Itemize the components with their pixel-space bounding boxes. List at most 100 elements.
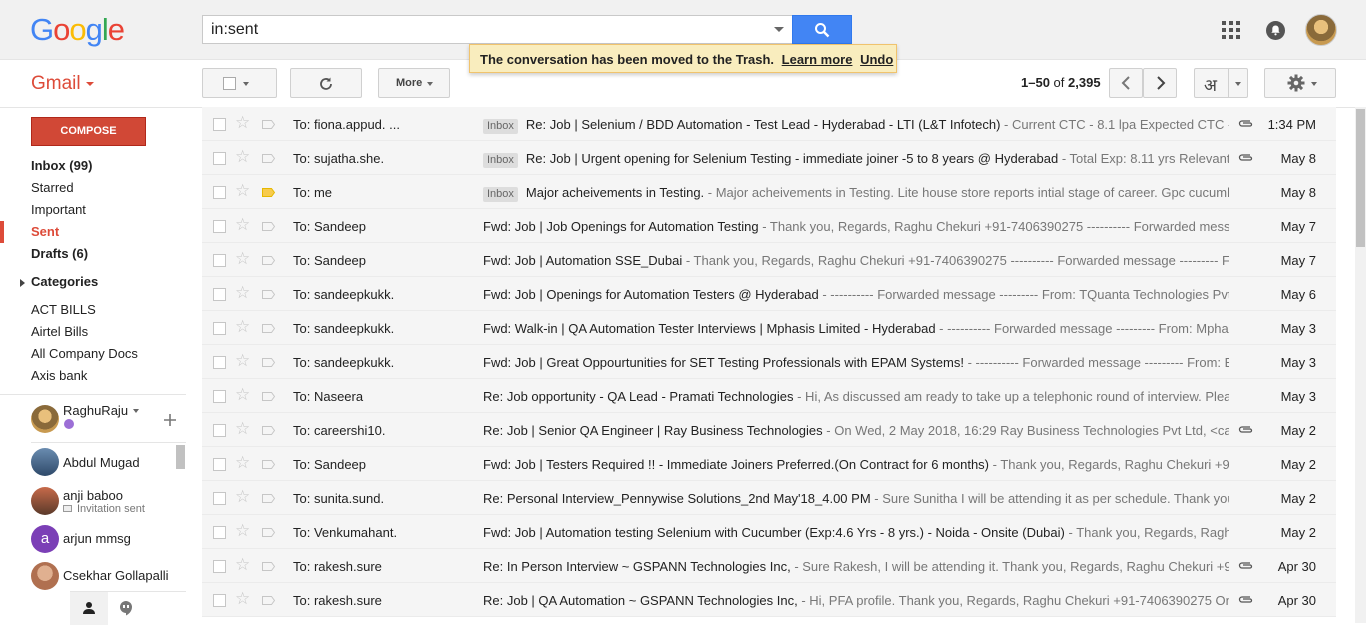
more-button[interactable]: More — [378, 68, 450, 98]
table-row[interactable]: ☆ To: Sandeep Fwd: Job | Testers Required … — [202, 447, 1336, 481]
row-checkbox[interactable] — [213, 356, 226, 369]
input-tools-button[interactable]: अ — [1194, 68, 1248, 98]
table-row[interactable]: ☆ To: Venkumahant. Fwd: Job | Automation t… — [202, 515, 1336, 549]
compose-button[interactable]: COMPOSE — [31, 117, 146, 146]
sidebar-item-drafts[interactable]: Drafts (6) — [0, 243, 186, 265]
avatar[interactable] — [31, 405, 59, 433]
row-checkbox[interactable] — [213, 458, 226, 471]
inbox-label-badge[interactable]: Inbox — [483, 187, 518, 202]
sidebar-item-inbox[interactable]: Inbox (99) — [0, 155, 186, 177]
sidebar-label-act-bills[interactable]: ACT BILLS — [0, 299, 186, 321]
important-marker-icon[interactable] — [262, 324, 275, 333]
contacts-tab[interactable] — [70, 592, 108, 625]
row-checkbox[interactable] — [213, 118, 226, 131]
row-checkbox[interactable] — [213, 526, 226, 539]
star-icon[interactable]: ☆ — [235, 318, 250, 335]
important-marker-icon[interactable] — [262, 154, 275, 163]
row-checkbox[interactable] — [213, 186, 226, 199]
table-row[interactable]: ☆ To: sujatha.she. Inbox Re: Job | Urgent o… — [202, 141, 1336, 175]
older-button[interactable] — [1143, 68, 1177, 98]
bell-icon[interactable] — [1266, 21, 1285, 40]
row-checkbox[interactable] — [213, 220, 226, 233]
row-checkbox[interactable] — [213, 424, 226, 437]
row-checkbox[interactable] — [213, 560, 226, 573]
important-marker-icon[interactable] — [262, 392, 275, 401]
sidebar-item-sent[interactable]: Sent — [0, 221, 186, 243]
hangouts-scrollbar[interactable] — [176, 445, 185, 469]
select-all-button[interactable] — [202, 68, 277, 98]
sidebar-item-categories[interactable]: Categories — [0, 271, 186, 293]
table-row[interactable]: ☆ To: sandeepkukk. Fwd: Walk-in | QA Autom… — [202, 311, 1336, 345]
google-logo[interactable]: Google — [30, 12, 125, 48]
contact-name[interactable]: arjun mmsg — [63, 531, 131, 546]
inbox-label-badge[interactable]: Inbox — [483, 153, 518, 168]
contact-name[interactable]: anji baboo — [63, 488, 123, 503]
star-icon[interactable]: ☆ — [235, 556, 250, 573]
learn-more-link[interactable]: Learn more — [782, 52, 853, 67]
important-marker-icon[interactable] — [262, 222, 275, 231]
table-row[interactable]: ☆ To: sandeepkukk. Fwd: Job | Openings for… — [202, 277, 1336, 311]
table-row[interactable]: ☆ To: fiona.appud. ... Inbox Re: Job | Sele… — [202, 107, 1336, 141]
important-marker-icon[interactable] — [262, 358, 275, 367]
avatar[interactable]: a — [31, 525, 59, 553]
search-button[interactable] — [792, 15, 852, 44]
star-icon[interactable]: ☆ — [235, 522, 250, 539]
account-avatar[interactable] — [1305, 14, 1337, 46]
row-checkbox[interactable] — [213, 254, 226, 267]
main-scrollbar[interactable] — [1355, 107, 1366, 623]
sidebar-label-airtel-bills[interactable]: Airtel Bills — [0, 321, 186, 343]
important-marker-icon[interactable] — [262, 188, 275, 197]
star-icon[interactable]: ☆ — [235, 352, 250, 369]
star-icon[interactable]: ☆ — [235, 386, 250, 403]
chevron-right-icon[interactable] — [20, 279, 25, 287]
star-icon[interactable]: ☆ — [235, 590, 250, 607]
scrollbar-thumb[interactable] — [1356, 109, 1365, 247]
table-row[interactable]: ☆ To: me Inbox Major acheivements in Testin… — [202, 175, 1336, 209]
chevron-down-icon[interactable] — [86, 82, 94, 86]
sidebar-item-starred[interactable]: Starred — [0, 177, 186, 199]
settings-button[interactable] — [1264, 68, 1336, 98]
row-checkbox[interactable] — [213, 152, 226, 165]
refresh-button[interactable] — [290, 68, 362, 98]
row-checkbox[interactable] — [213, 322, 226, 335]
table-row[interactable]: ☆ To: rakesh.sure Re: In Person Interview … — [202, 549, 1336, 583]
table-row[interactable]: ☆ To: Sandeep Fwd: Job | Automation SSE_Du… — [202, 243, 1336, 277]
avatar[interactable] — [31, 448, 59, 476]
chevron-down-icon[interactable] — [133, 409, 139, 413]
table-row[interactable]: ☆ To: rakesh.sure Re: Job | QA Automation … — [202, 583, 1336, 617]
gmail-app-switcher[interactable]: Gmail — [31, 73, 81, 95]
table-row[interactable]: ☆ To: Sandeep Fwd: Job | Job Openings for … — [202, 209, 1336, 243]
important-marker-icon[interactable] — [262, 426, 275, 435]
contact-name[interactable]: Abdul Mugad — [63, 455, 140, 470]
important-marker-icon[interactable] — [262, 562, 275, 571]
important-marker-icon[interactable] — [262, 460, 275, 469]
table-row[interactable]: ☆ To: sandeepkukk. Fwd: Job | Great Oppour… — [202, 345, 1336, 379]
important-marker-icon[interactable] — [262, 494, 275, 503]
apps-grid-icon[interactable] — [1222, 21, 1240, 39]
important-marker-icon[interactable] — [262, 596, 275, 605]
sidebar-item-important[interactable]: Important — [0, 199, 186, 221]
star-icon[interactable]: ☆ — [235, 182, 250, 199]
row-checkbox[interactable] — [213, 594, 226, 607]
star-icon[interactable]: ☆ — [235, 216, 250, 233]
search-input[interactable] — [203, 16, 763, 43]
search-box[interactable] — [202, 15, 792, 44]
table-row[interactable]: ☆ To: careershi10. Re: Job | Senior QA Eng… — [202, 413, 1336, 447]
important-marker-icon[interactable] — [262, 120, 275, 129]
important-marker-icon[interactable] — [262, 528, 275, 537]
star-icon[interactable]: ☆ — [235, 454, 250, 471]
hangouts-chat-icon[interactable] — [119, 600, 133, 616]
select-checkbox[interactable] — [223, 77, 236, 90]
row-checkbox[interactable] — [213, 390, 226, 403]
avatar[interactable] — [31, 562, 59, 590]
star-icon[interactable]: ☆ — [235, 420, 250, 437]
important-marker-icon[interactable] — [262, 290, 275, 299]
important-marker-icon[interactable] — [262, 256, 275, 265]
inbox-label-badge[interactable]: Inbox — [483, 119, 518, 134]
add-contact-icon[interactable] — [163, 413, 177, 427]
star-icon[interactable]: ☆ — [235, 148, 250, 165]
sidebar-label-all-company-docs[interactable]: All Company Docs — [0, 343, 186, 365]
star-icon[interactable]: ☆ — [235, 250, 250, 267]
star-icon[interactable]: ☆ — [235, 114, 250, 131]
newer-button[interactable] — [1109, 68, 1143, 98]
